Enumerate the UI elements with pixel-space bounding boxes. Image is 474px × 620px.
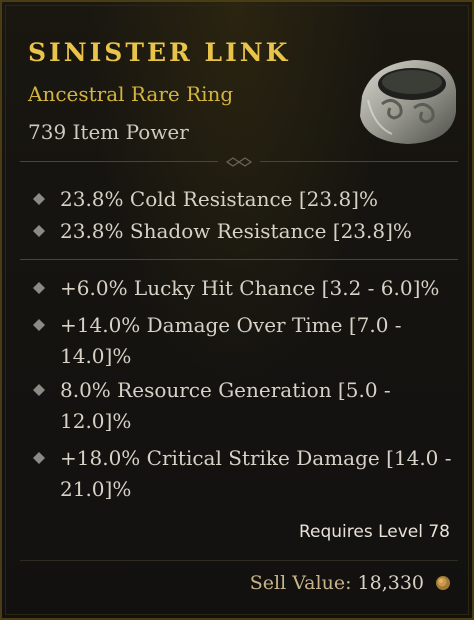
- sell-value: Sell Value: 18,330: [250, 572, 424, 594]
- item-type: Ancestral Rare Ring: [28, 82, 234, 106]
- sell-value-label: Sell Value:: [249, 572, 352, 594]
- level-requirement: Requires Level 78: [298, 522, 450, 542]
- item-tooltip: SINISTER LINK Ancestral Rare Ring 739 It…: [0, 0, 474, 620]
- ring-icon: [360, 60, 456, 144]
- item-power: 739 Item Power: [28, 120, 189, 144]
- section-divider: [20, 254, 458, 266]
- diamond-bullet-icon: [33, 225, 45, 237]
- stat-cold-resistance: 23.8% Cold Resistance [23.8]%: [60, 187, 378, 211]
- stat-damage-over-time: +14.0% Damage Over Time [7.0 -: [60, 313, 402, 337]
- diamond-bullet-icon: [33, 384, 45, 396]
- stat-shadow-resistance: 23.8% Shadow Resistance [23.8]%: [60, 219, 412, 243]
- stat-lucky-hit-chance: +6.0% Lucky Hit Chance [3.2 - 6.0]%: [60, 276, 440, 300]
- stat-resource-generation: 8.0% Resource Generation [5.0 -: [60, 378, 391, 402]
- diamond-bullet-icon: [33, 193, 45, 205]
- diamond-bullet-icon: [33, 319, 45, 331]
- stat-resource-generation-cont: 12.0]%: [60, 409, 132, 433]
- section-divider: [20, 555, 458, 567]
- diamond-bullet-icon: [33, 282, 45, 294]
- stat-critical-strike-damage-cont: 21.0]%: [60, 477, 132, 501]
- item-name: SINISTER LINK: [28, 38, 291, 67]
- diamond-bullet-icon: [33, 452, 45, 464]
- sell-value-amount: 18,330: [357, 572, 424, 594]
- stat-damage-over-time-cont: 14.0]%: [60, 344, 132, 368]
- section-divider: [20, 156, 458, 168]
- stat-critical-strike-damage: +18.0% Critical Strike Damage [14.0 -: [60, 446, 452, 470]
- gold-coin-icon: [436, 576, 450, 590]
